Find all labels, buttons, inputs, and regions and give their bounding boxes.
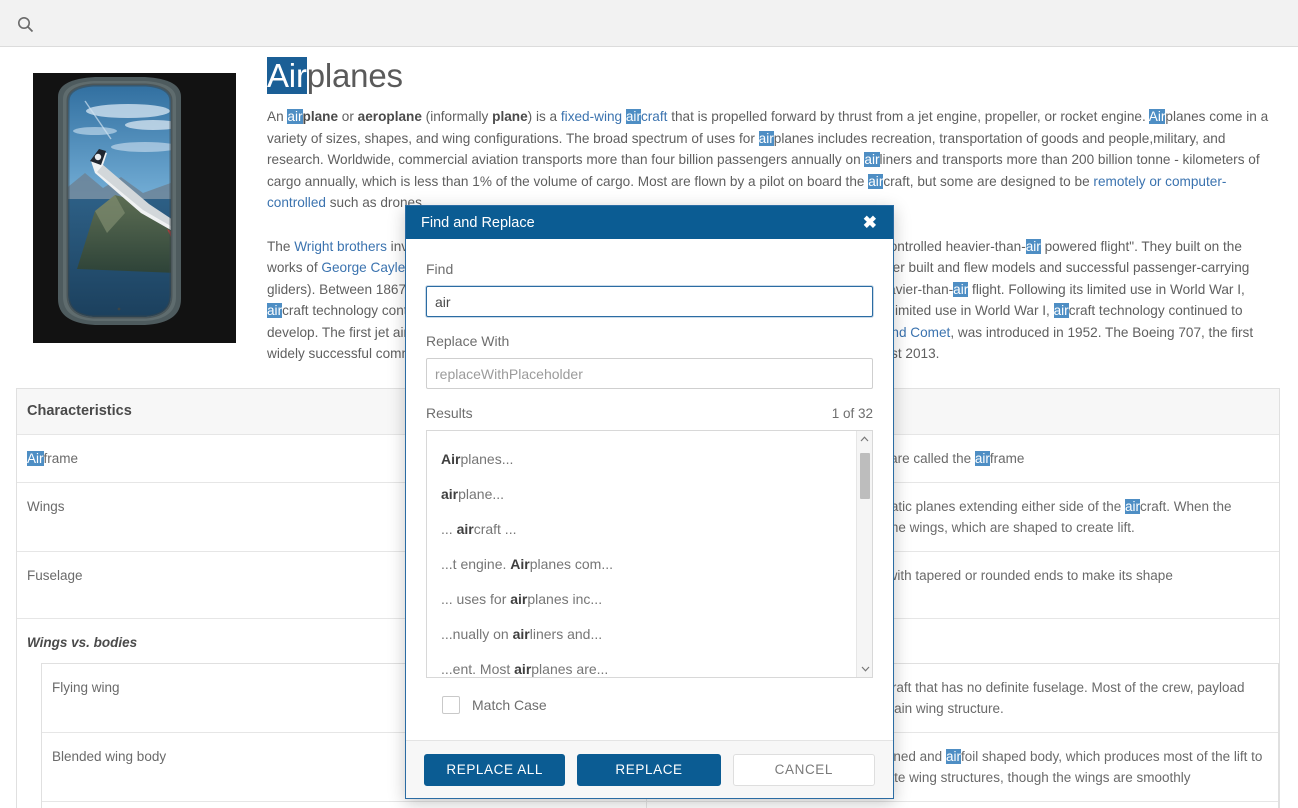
match-highlight: air (974, 451, 990, 466)
list-item[interactable]: ... uses for airplanes inc... (441, 581, 856, 616)
text: planes inc... (527, 591, 603, 607)
match-case-label: Match Case (472, 697, 547, 713)
match-highlight: air (1053, 303, 1069, 319)
match-highlight: air (1025, 238, 1041, 254)
match-highlight: Air (27, 451, 44, 466)
text: that is propelled forward by thrust from… (667, 109, 1149, 125)
match-term: air (456, 521, 474, 537)
text: or (338, 109, 358, 125)
replace-with-input[interactable] (426, 358, 873, 389)
list-item[interactable]: airplane... (441, 476, 856, 511)
find-and-replace-dialog: Find and Replace ✖ Find Replace With Res… (405, 205, 894, 799)
text: The (267, 238, 295, 254)
cancel-button[interactable]: CANCEL (732, 753, 875, 786)
match-highlight: air (864, 152, 880, 168)
match-term: Air (441, 451, 461, 467)
subheading-wings-vs-bodies: Wings vs. bodies (27, 635, 138, 650)
text: ...nually on (441, 626, 513, 642)
table-row[interactable]: Lifting body A lifting body is a configu… (42, 802, 1278, 808)
text: ) is a (527, 109, 561, 125)
chevron-down-icon[interactable] (857, 661, 872, 677)
close-icon[interactable]: ✖ (857, 212, 883, 233)
text: craft, but some are designed to be (883, 173, 1094, 189)
results-scrollbar[interactable] (856, 431, 872, 677)
title-rest: planes (306, 57, 403, 94)
match-highlight: air (1125, 499, 1141, 514)
match-highlight: air (267, 303, 283, 319)
text: ...ent. Most (441, 661, 515, 677)
text: ... uses for (441, 591, 511, 607)
scrollbar-thumb[interactable] (860, 453, 870, 499)
list-item[interactable]: Airplanes... (441, 441, 856, 476)
replace-all-button[interactable]: REPLACE ALL (424, 753, 566, 786)
results-list-box: Airplanes... airplane... ... aircraft ..… (426, 430, 873, 678)
results-list: Airplanes... airplane... ... aircraft ..… (427, 431, 856, 677)
text: craft ... (473, 521, 517, 537)
top-search-bar (0, 0, 1298, 47)
list-item[interactable]: ...ent. Most airplanes are... (441, 651, 856, 677)
match-highlight: air (625, 109, 641, 125)
text: planes... (460, 451, 514, 467)
article-paragraph-1: An airplane or aeroplane (informally pla… (267, 106, 1281, 214)
article-page: Airplanes An airplane or aeroplane (info… (0, 47, 1298, 808)
list-item[interactable]: ...t engine. Airplanes com... (441, 546, 856, 581)
text: aeroplane (357, 109, 422, 125)
match-highlight: air (287, 109, 303, 125)
text: liners and... (529, 626, 603, 642)
list-item[interactable]: ... aircraft ... (441, 511, 856, 546)
match-highlight: air (945, 749, 961, 764)
text: fixed-wing (560, 109, 626, 125)
match-case-row[interactable]: Match Case (426, 678, 873, 714)
match-highlight: Air (1148, 109, 1166, 125)
dialog-body: Find Replace With Results 1 of 32 Airpla… (406, 239, 893, 714)
text: An (267, 109, 288, 125)
text: plane... (458, 486, 505, 502)
row-desc-lifting-body: A lifting body is a configuration in whi… (646, 802, 1278, 808)
dialog-title: Find and Replace (421, 214, 535, 231)
text: frame (43, 451, 79, 466)
dialog-titlebar: Find and Replace ✖ (406, 206, 893, 239)
match-term: air (512, 626, 530, 642)
text: flight. Following its limited use in Wor… (968, 281, 1245, 297)
results-header: Results 1 of 32 (426, 405, 873, 421)
match-highlight: air (953, 281, 969, 297)
link-george-cayley[interactable]: George Cayley (321, 260, 412, 275)
match-term: air (441, 486, 459, 502)
match-highlight: air (758, 130, 774, 146)
text: plane (492, 109, 528, 125)
dialog-footer: REPLACE ALL REPLACE CANCEL (406, 740, 893, 798)
find-input[interactable] (426, 286, 873, 317)
results-count: 1 of 32 (831, 406, 873, 421)
text: (informally (421, 109, 493, 125)
text: planes are... (531, 661, 609, 677)
find-label: Find (426, 261, 454, 277)
title-highlight: Air (267, 57, 307, 94)
text: plane (302, 109, 339, 125)
match-term: air (510, 591, 528, 607)
page-title: Airplanes (267, 55, 1281, 96)
replace-with-label: Replace With (426, 333, 510, 349)
match-case-checkbox[interactable] (442, 696, 460, 714)
link-fixed-wing[interactable]: fixed-wing aircraft (560, 109, 668, 125)
text: ...t engine. (441, 556, 511, 572)
match-term: air (514, 661, 532, 677)
airplane-window-view-photo (33, 73, 236, 343)
match-term: Air (510, 556, 530, 572)
replace-button[interactable]: REPLACE (577, 753, 721, 786)
results-label: Results (426, 405, 473, 421)
link-wright-brothers[interactable]: Wright brothers (294, 239, 387, 254)
row-name-lifting-body: Lifting body (42, 802, 646, 808)
text: ... (441, 521, 457, 537)
text: frame (989, 451, 1025, 466)
search-icon[interactable] (14, 13, 36, 35)
text: craft (640, 109, 668, 125)
text: planes com... (529, 556, 613, 572)
chevron-up-icon[interactable] (857, 431, 872, 447)
match-highlight: air (868, 173, 884, 189)
list-item[interactable]: ...nually on airliners and... (441, 616, 856, 651)
